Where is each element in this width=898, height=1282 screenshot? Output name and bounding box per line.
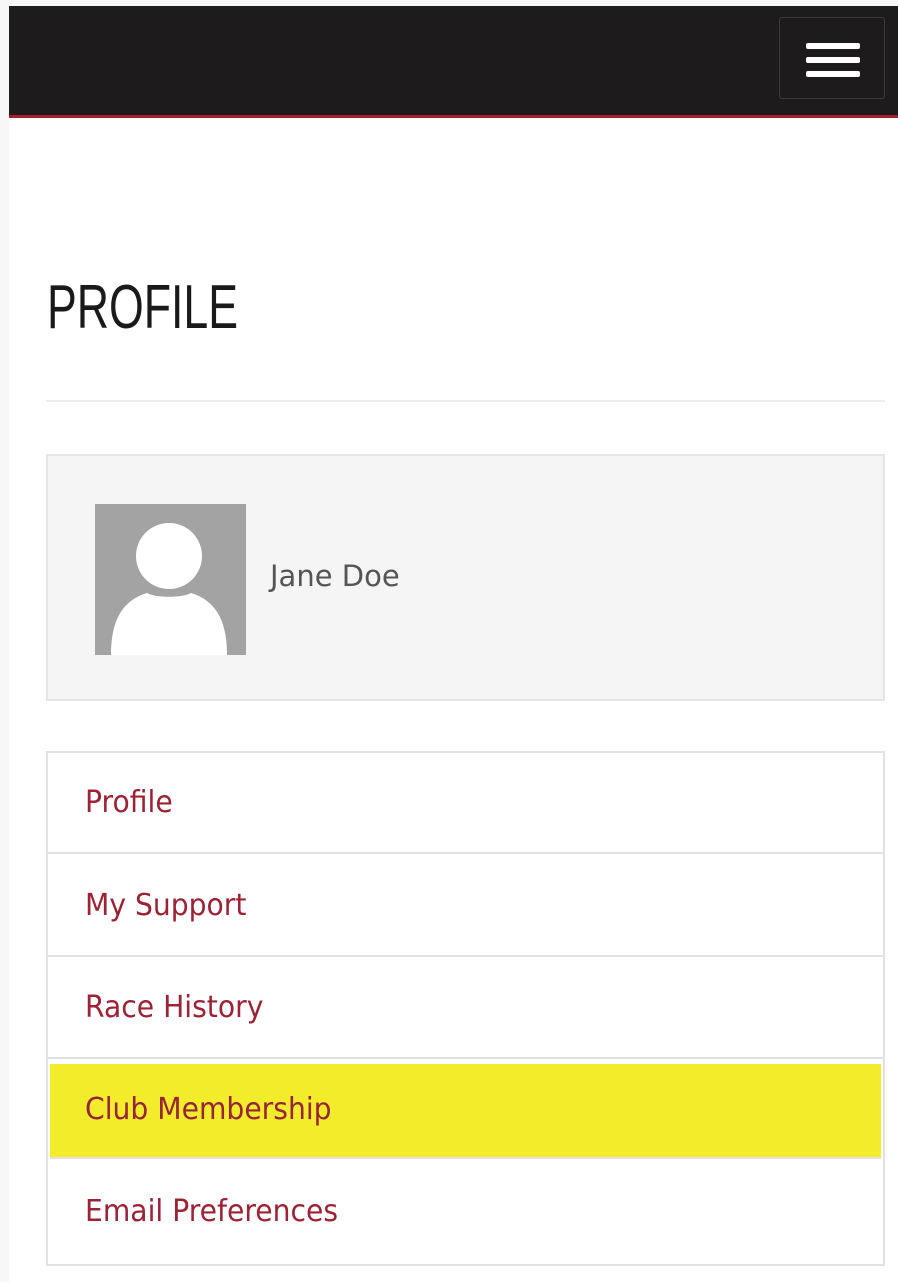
user-card: Jane Doe bbox=[46, 454, 885, 701]
page: PROFILE Jane Doe Profile My Support Race… bbox=[9, 6, 898, 1282]
menu-item-email-preferences[interactable]: Email Preferences bbox=[48, 1162, 883, 1263]
menu-item-label: Profile bbox=[85, 785, 173, 820]
menu-toggle-button[interactable] bbox=[779, 17, 885, 99]
menu-item-race-history[interactable]: Race History bbox=[48, 958, 883, 1059]
hamburger-menu-icon-bar bbox=[806, 57, 860, 63]
menu-item-label: Club Membership bbox=[85, 1092, 332, 1127]
menu-item-label: Email Preferences bbox=[85, 1194, 339, 1229]
hamburger-menu-icon bbox=[806, 43, 860, 49]
menu-item-label: My Support bbox=[85, 888, 247, 923]
menu-item-my-support[interactable]: My Support bbox=[48, 856, 883, 957]
profile-menu: Profile My Support Race History Club Mem… bbox=[46, 751, 885, 1266]
avatar-silhouette bbox=[111, 523, 227, 655]
page-title: PROFILE bbox=[47, 273, 239, 342]
default-avatar-icon bbox=[95, 504, 246, 655]
user-name: Jane Doe bbox=[270, 559, 400, 593]
title-divider bbox=[46, 400, 885, 402]
hamburger-menu-icon-bar bbox=[806, 71, 860, 77]
menu-item-label: Race History bbox=[85, 990, 264, 1025]
menu-item-club-membership[interactable]: Club Membership bbox=[50, 1064, 881, 1159]
top-navbar bbox=[9, 6, 898, 118]
viewport: PROFILE Jane Doe Profile My Support Race… bbox=[0, 0, 898, 1282]
menu-item-profile[interactable]: Profile bbox=[48, 753, 883, 854]
